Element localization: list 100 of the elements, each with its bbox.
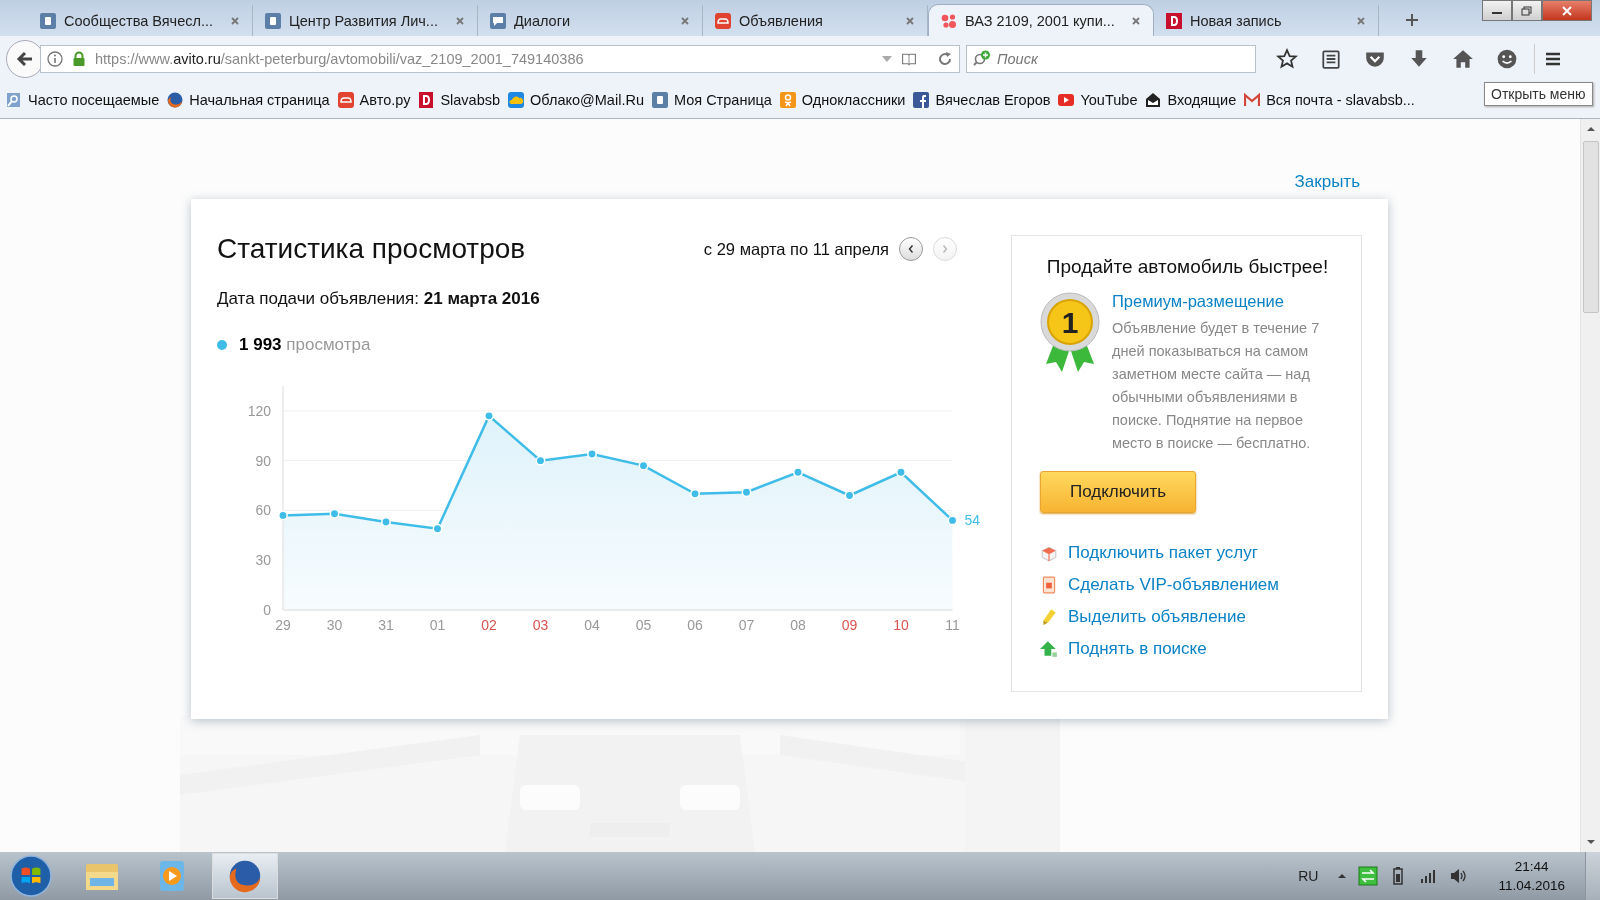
bookmark-label[interactable]: Одноклассники [801,92,906,108]
data-point [896,467,906,478]
axis-label: 02 [481,617,497,633]
star-icon[interactable] [1276,48,1298,70]
axis-label: 03 [532,617,549,633]
close-icon[interactable] [1131,15,1141,26]
data-point [484,410,494,421]
home-icon[interactable] [1452,48,1474,70]
bookmark-label[interactable]: Часто посещаемые [28,92,160,108]
axis-label: 10 [893,617,909,633]
date-range: с 29 марта по 11 апреля [703,239,889,259]
search-field[interactable]: Поиск [966,45,1256,73]
axis-label: 60 [255,502,271,519]
gift-box-icon [1040,544,1058,562]
data-point [844,490,855,501]
tooltip: Открыть меню [1484,82,1593,106]
data-point [741,487,752,498]
scroll-down-icon[interactable] [1585,838,1596,846]
dialog-title: Статистика просмотров [217,233,526,265]
chat-icon [490,12,506,29]
maximize-button[interactable] [1512,0,1542,21]
data-point [587,449,597,459]
back-arrow-icon[interactable] [15,49,35,69]
clock-date[interactable]: 11.04.2016 [1498,878,1565,893]
data-point [947,515,958,526]
bookmark-label[interactable]: Вячеслав Егоров [935,92,1051,108]
up-arrow-icon [1040,640,1058,658]
axis-label: 30 [326,617,343,633]
bookmark-label[interactable]: Начальная страница [189,92,330,108]
axis-label: 06 [687,617,703,633]
new-tab-icon[interactable] [1405,13,1419,27]
info-icon[interactable] [47,51,63,67]
axis-label: 04 [584,617,600,633]
service-link[interactable]: Сделать VIP-объявлением [1068,575,1279,595]
data-point [793,467,803,478]
data-point [690,488,700,499]
close-link[interactable]: Закрыть [1294,172,1360,196]
network-icon[interactable] [1358,866,1379,886]
bookmark-label[interactable]: Входящие [1167,92,1237,108]
service-link[interactable]: Выделить объявление [1068,607,1246,627]
previous-button[interactable] [899,237,923,261]
close-icon[interactable] [230,15,240,26]
axis-label: 31 [378,617,394,633]
firefox-taskbar-button[interactable] [212,853,278,899]
car-icon[interactable] [337,92,354,108]
search-icon[interactable] [6,92,22,108]
service-link[interactable]: Поднять в поиске [1068,639,1207,659]
axis-label: 07 [738,617,755,633]
axis-label: 0 [263,602,271,618]
cloud-icon[interactable] [508,92,525,108]
browser-tab[interactable]: ВАЗ 2109, 2001 купи... [928,4,1154,36]
car-icon [715,12,731,29]
bookmark-label[interactable]: Моя Страница [673,92,772,108]
reader-view-icon[interactable] [901,51,917,67]
speaker-icon[interactable] [1448,866,1469,886]
close-icon[interactable] [455,15,465,26]
search-icon [973,50,991,68]
mail-icon[interactable] [1145,92,1162,108]
gmail-icon[interactable] [1244,92,1261,108]
connect-button[interactable]: Подключить [1040,471,1196,513]
address-field[interactable]: https://www.avito.ru/sankt-peterburg/avtomobili/vaz_2109_2001_749140386 [40,45,960,73]
close-icon[interactable] [680,15,690,26]
axis-label: 08 [790,617,806,633]
bookmark-label[interactable]: Облако@Mail.Ru [530,92,644,108]
axis-label: 05 [635,617,652,633]
bookmark-label[interactable]: YouTube [1080,92,1138,108]
posting-date: Дата подачи объявления: 21 марта 2016 [217,289,541,309]
close-icon[interactable] [905,15,915,26]
data-point [381,517,391,527]
data-point [278,510,288,521]
chevron-left-icon[interactable] [906,244,916,254]
restore-icon[interactable] [1521,5,1533,16]
scroll-up-icon[interactable] [1585,125,1596,133]
smiley-icon[interactable] [1496,48,1518,70]
list-icon[interactable] [1320,48,1342,70]
lock-icon [71,51,87,67]
clock-time[interactable]: 21:44 [1514,859,1549,874]
axis-label: 09 [841,617,858,633]
bookmark-label[interactable]: Вся почта - slavabsb... [1266,92,1415,108]
language-indicator[interactable]: RU [1298,868,1319,884]
start-button[interactable] [10,855,52,897]
data-point [535,455,546,466]
scroll-thumb[interactable] [1582,141,1599,313]
premium-link[interactable]: Премиум-размещение [1112,292,1334,311]
bookmark-label[interactable]: Slavabsb [440,92,501,108]
vip-card-icon [1040,576,1058,594]
minimize-button[interactable] [1482,0,1512,21]
marker-icon [1040,608,1058,626]
axis-label: 90 [255,452,271,469]
service-link[interactable]: Подключить пакет услуг [1068,543,1258,563]
axis-label: 29 [275,617,291,633]
close-icon[interactable] [1356,15,1366,26]
promo-title: Продайте автомобиль быстрее! [1045,256,1330,278]
data-point [432,523,443,534]
premium-description: Объявление будет в течение 7 дней показываться на самом заметном месте сайта — над обычными объявлениями в поиске. Поднятие на первое место в поиске — бесплатно. [1112,319,1321,453]
reload-icon[interactable] [937,51,953,67]
bookmark-label[interactable]: Авто.ру [359,92,411,108]
close-button[interactable] [1542,0,1592,21]
data-point [638,460,649,471]
views-count: 1 993 просмотра [239,335,371,355]
